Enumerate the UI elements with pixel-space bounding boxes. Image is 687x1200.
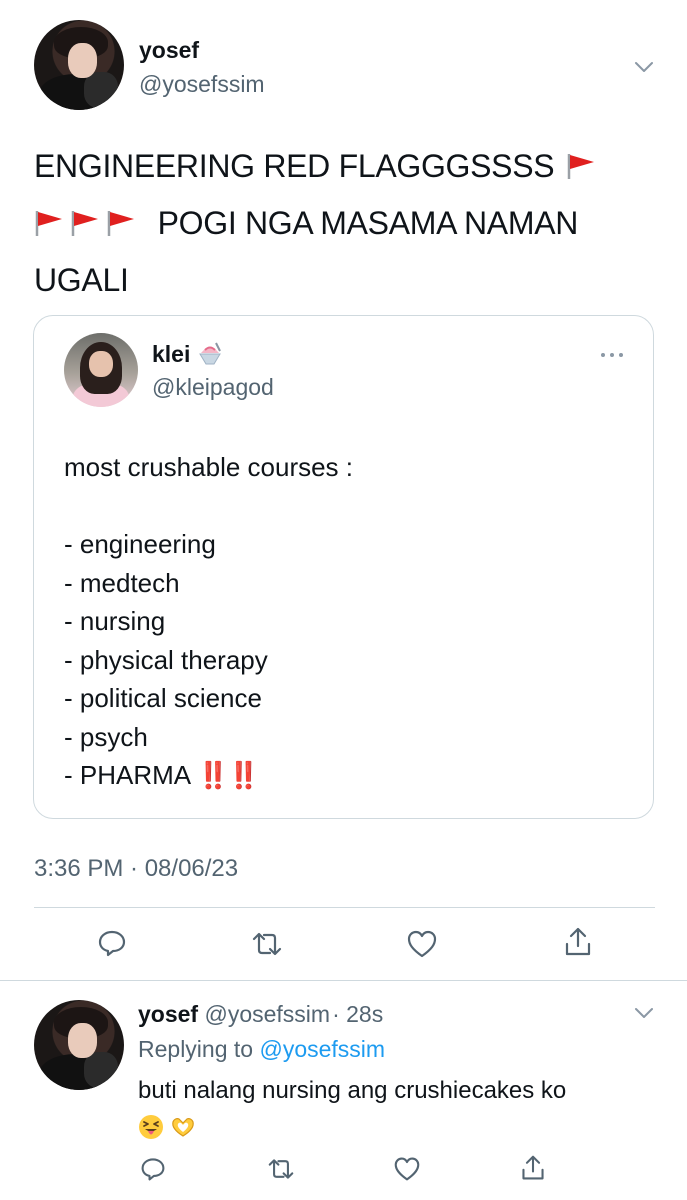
tweet-text-line1: ENGINEERING RED FLAGGGSSSS <box>34 148 555 184</box>
quoted-author-handle[interactable]: @kleipagod <box>152 374 274 401</box>
quoted-line: - political science <box>64 683 262 713</box>
replying-to-label: Replying to <box>138 1036 254 1062</box>
tweet-text-line2: POGI NGA MASAMA NAMAN <box>157 205 579 241</box>
red-flag-icon <box>70 210 100 236</box>
reply-header: yosef @yosefssim· 28s <box>138 1001 383 1028</box>
quoted-line: - engineering <box>64 529 216 559</box>
retweet-icon[interactable] <box>250 929 284 959</box>
reply-author-name[interactable]: yosef <box>138 1001 198 1027</box>
share-icon[interactable] <box>563 926 593 958</box>
reply-author-avatar[interactable] <box>34 1000 124 1090</box>
quoted-line: most crushable courses : <box>64 452 354 482</box>
tongue-face-icon <box>139 1115 163 1139</box>
quoted-line-last: - PHARMA ‼️‼️ <box>64 756 353 795</box>
tweet-text-line3: UGALI <box>34 262 129 298</box>
reply-icon[interactable] <box>97 928 127 958</box>
quoted-line: - medtech <box>64 567 180 598</box>
reply-text-line: buti nalang nursing ang crushiecakes ko <box>138 1077 567 1104</box>
quoted-tweet-text: most crushable courses : - engineering -… <box>64 448 353 795</box>
tweet-timestamp[interactable]: 3:36 PM · 08/06/23 <box>34 855 238 883</box>
tweet-text: ENGINEERING RED FLAGGGSSSS POGI NGA MASA… <box>34 138 664 309</box>
replying-to-handle[interactable]: @yosefssim <box>259 1036 385 1062</box>
author-handle[interactable]: @yosefssim <box>139 71 265 98</box>
red-flag-icon <box>566 153 596 179</box>
double-exclamation-icon: ‼️‼️ <box>197 760 260 790</box>
quoted-line <box>64 487 353 526</box>
quoted-line: - PHARMA <box>64 760 192 790</box>
reply-author-handle[interactable]: @yosefssim <box>204 1001 330 1027</box>
divider <box>0 980 687 981</box>
reply-text: buti nalang nursing ang crushiecakes ko <box>138 1073 658 1147</box>
divider <box>34 907 655 908</box>
share-icon[interactable] <box>520 1154 546 1182</box>
shaved-ice-icon <box>199 342 222 365</box>
author-name[interactable]: yosef <box>139 37 199 64</box>
quoted-line: - psych <box>64 721 148 752</box>
quoted-line: - nursing <box>64 606 166 636</box>
reply-age: · 28s <box>332 1001 384 1027</box>
author-avatar[interactable] <box>34 20 124 110</box>
replying-to: Replying to @yosefssim <box>138 1036 385 1063</box>
heart-hands-icon <box>172 1118 194 1137</box>
quoted-tweet[interactable]: klei @kleipagod most crushable courses :… <box>33 315 654 819</box>
chevron-down-icon[interactable] <box>634 1006 654 1020</box>
red-flag-icon <box>34 210 64 236</box>
retweet-icon[interactable] <box>266 1156 296 1182</box>
heart-icon[interactable] <box>393 1156 421 1182</box>
more-dots-icon[interactable] <box>599 351 625 359</box>
quoted-line: - physical therapy <box>64 644 268 675</box>
quoted-author-avatar[interactable] <box>64 333 138 407</box>
reply-icon[interactable] <box>140 1156 166 1182</box>
chevron-down-icon[interactable] <box>634 60 654 74</box>
heart-icon[interactable] <box>406 929 438 959</box>
quoted-author-name[interactable]: klei <box>152 341 190 368</box>
red-flag-icon <box>106 210 136 236</box>
